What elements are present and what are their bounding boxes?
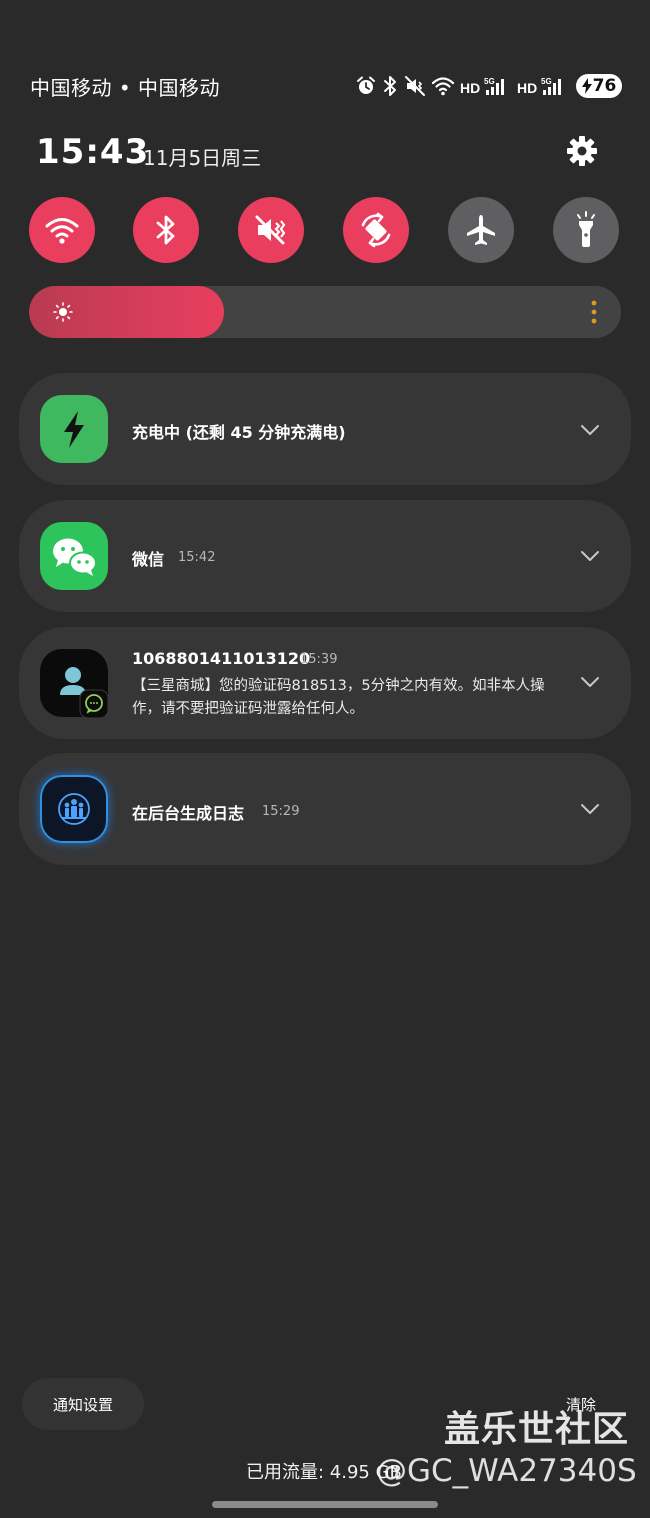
flashlight-toggle[interactable] [553,197,619,263]
battery-charging-icon [581,78,592,94]
charging-app-icon [40,395,108,463]
notification-wechat[interactable]: 微信 15:42 [19,500,631,612]
vibrate-mute-icon [405,76,425,96]
chevron-down-icon[interactable] [579,545,601,567]
wechat-icon [53,538,97,576]
notification-title: 微信 [132,550,165,569]
watermark-brand: 盖乐世社区 [444,1409,630,1450]
notification-time: 15:29 [262,804,300,819]
sun-icon [53,302,73,322]
notification-title: 充电中 (还剩 45 分钟充满电) [132,423,346,442]
date-label: 11月5日周三 [143,146,262,170]
brightness-slider[interactable] [29,286,621,338]
home-indicator[interactable] [212,1501,438,1508]
bolt-icon [64,411,84,448]
svg-text:5G: 5G [541,77,552,86]
rotate-icon [361,212,391,248]
bluetooth-icon [156,215,175,245]
more-options-icon[interactable] [591,300,597,324]
notification-sender: 1068801411013120 [132,649,311,668]
notification-title: 在后台生成日志 [132,804,245,823]
airplane-mode-toggle[interactable] [448,197,514,263]
notification-sms[interactable]: 1068801411013120 15:39 【三星商城】您的验证码818513… [19,627,631,739]
auto-rotate-toggle[interactable] [343,197,409,263]
wifi-toggle[interactable] [29,197,95,263]
watermark-handle: @GC_WA27340S [376,1453,637,1489]
chevron-down-icon[interactable] [579,798,601,820]
notification-settings-button[interactable]: 通知设置 [22,1378,144,1430]
battery-indicator: 76 [576,74,622,98]
alarm-icon [357,76,375,94]
svg-text:HD: HD [517,80,537,96]
settings-button[interactable] [565,134,599,168]
svg-text:5G: 5G [484,77,495,86]
status-icons: HD 5G HD 5G 76 [356,72,622,100]
notification-background-log[interactable]: 在后台生成日志 15:29 [19,753,631,865]
clock: 15:43 [36,132,150,172]
wechat-app-icon [40,522,108,590]
wifi-icon [431,77,455,96]
gear-icon [567,136,597,166]
log-app-icon [40,775,108,843]
people-log-icon [58,793,90,825]
airplane-icon [467,215,495,245]
svg-text:HD: HD [460,80,480,96]
chevron-down-icon[interactable] [579,419,601,441]
notification-message: 【三星商城】您的验证码818513，5分钟之内有效。如非本人操作，请不要把验证码… [132,678,545,717]
carrier-label: 中国移动 • 中国移动 [30,76,221,100]
message-badge-icon [79,689,109,719]
sms-contact-avatar [40,649,109,719]
signal-5g-hd-sim2-icon: HD 5G [517,77,561,96]
chevron-down-icon[interactable] [579,671,601,693]
mute-icon [255,215,286,245]
notification-time: 15:39 [300,652,338,667]
bluetooth-toggle[interactable] [133,197,199,263]
flashlight-icon [577,211,595,247]
signal-5g-hd-sim1-icon: HD 5G [460,77,504,96]
wifi-icon [45,218,79,244]
notification-charging[interactable]: 充电中 (还剩 45 分钟充满电) [19,373,631,485]
sound-mute-toggle[interactable] [238,197,304,263]
notification-time: 15:42 [178,550,216,565]
bluetooth-icon [384,76,396,96]
battery-level: 76 [592,75,617,96]
